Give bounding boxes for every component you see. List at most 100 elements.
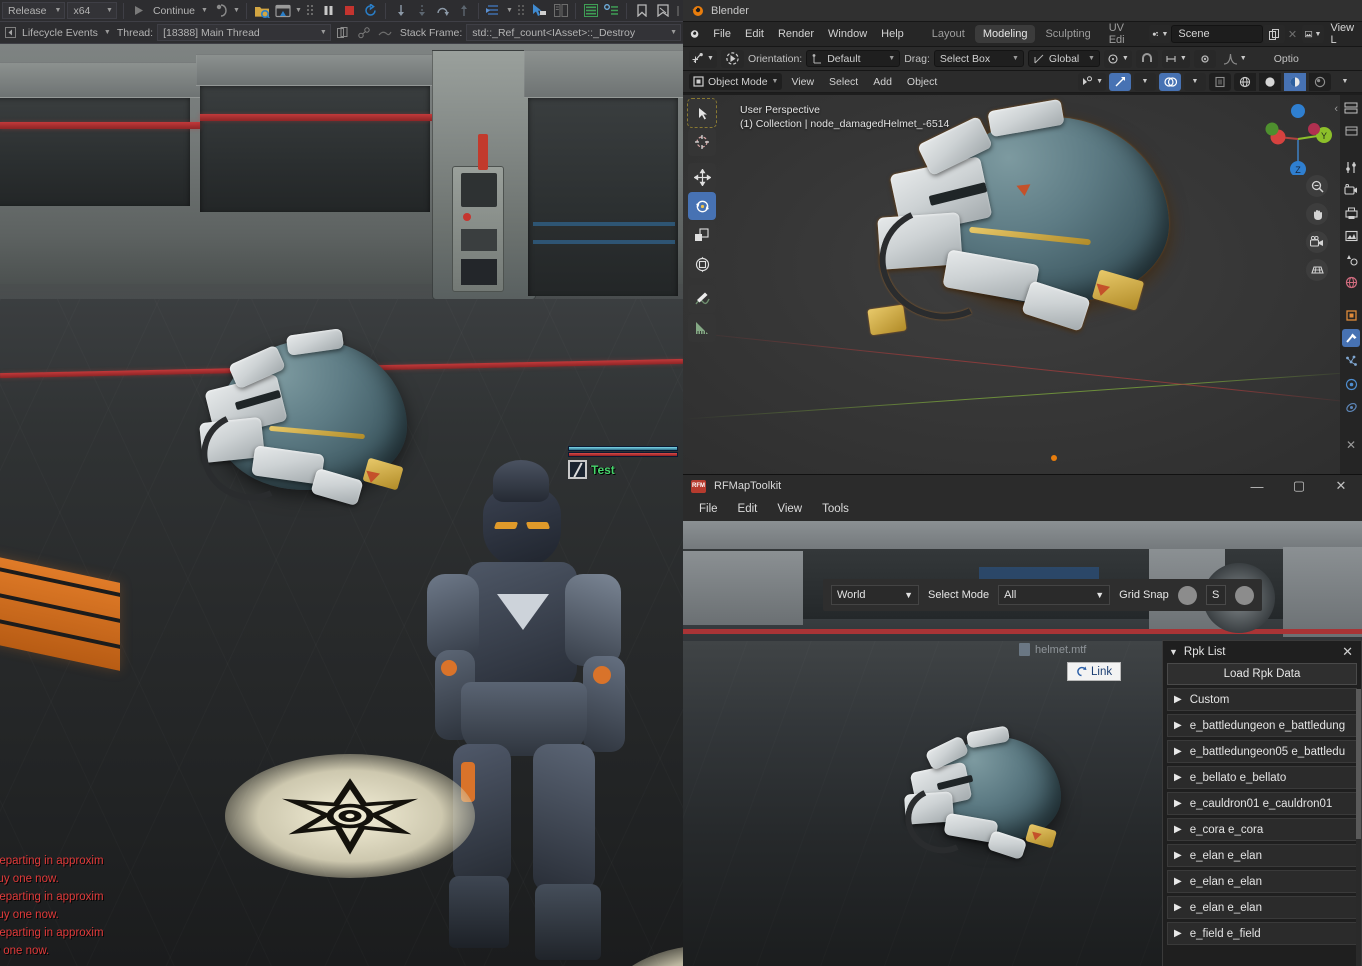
expand-triangle-icon[interactable]: ▶: [1174, 928, 1182, 939]
menu-window[interactable]: Window: [821, 25, 874, 43]
rotate-icon[interactable]: [688, 192, 716, 220]
sidebar-expand-icon[interactable]: ‹: [1334, 103, 1338, 115]
thread-combo[interactable]: [18388] Main Thread ▼: [157, 24, 331, 41]
expand-triangle-icon[interactable]: ▶: [1174, 798, 1182, 809]
options-dropdown[interactable]: Optio: [1274, 53, 1299, 65]
interaction-mode-dropdown[interactable]: Object Mode ▼: [689, 73, 783, 90]
shading-material-preview-icon[interactable]: [1284, 72, 1306, 91]
rpk-list-item[interactable]: ▶ e_cauldron01 e_cauldron01: [1167, 792, 1357, 815]
rfm-menu-tools[interactable]: Tools: [812, 500, 859, 518]
xray-toggle-icon[interactable]: [1209, 72, 1231, 91]
tweak-select-box-icon[interactable]: [687, 98, 717, 128]
expand-triangle-icon[interactable]: ▶: [1174, 902, 1182, 913]
attach-to-process-icon[interactable]: [251, 1, 272, 20]
helmet-3d-model[interactable]: [864, 98, 1183, 407]
snap-size-knob[interactable]: [1234, 585, 1254, 605]
rpk-list-item[interactable]: ▶ e_elan e_elan: [1167, 844, 1357, 867]
space-mode-select[interactable]: World ▼: [831, 585, 919, 605]
show-gizmo-icon[interactable]: [1109, 72, 1131, 91]
debug-target-icon[interactable]: [272, 1, 293, 20]
list-view-icon[interactable]: [580, 1, 601, 20]
select-mode-icon[interactable]: [720, 49, 744, 68]
toolbar-more-icon[interactable]: [673, 1, 683, 20]
toolbar-overflow-icon[interactable]: [304, 1, 318, 20]
stop-icon[interactable]: [339, 1, 360, 20]
shading-solid-icon[interactable]: [1259, 72, 1281, 91]
rpk-list-item[interactable]: ▶ e_elan e_elan: [1167, 896, 1357, 919]
workspace-tab-layout[interactable]: Layout: [924, 25, 973, 43]
scene-browse-icon[interactable]: ▼: [1149, 25, 1172, 43]
toolbar-overflow-icon[interactable]: [515, 1, 529, 20]
workspace-tab-uv-editing[interactable]: UV Edi: [1101, 19, 1143, 49]
close-icon[interactable]: ✕: [1320, 475, 1362, 497]
scene-icon[interactable]: [1342, 250, 1360, 268]
collapse-triangle-icon[interactable]: ▼: [1169, 647, 1178, 657]
rpk-list-item[interactable]: ▶ e_battledungeon e_battledung: [1167, 714, 1357, 737]
scene-name-field[interactable]: Scene: [1171, 25, 1264, 43]
viewport-menu-add[interactable]: Add: [867, 74, 898, 90]
menu-render[interactable]: Render: [771, 25, 821, 43]
transform-orientation-dropdown[interactable]: Global ▼: [1027, 50, 1100, 67]
rfm-menu-view[interactable]: View: [767, 500, 812, 518]
properties-filter-icon[interactable]: [1342, 122, 1360, 140]
annotate-icon[interactable]: [688, 285, 716, 313]
pan-hand-icon[interactable]: [1306, 203, 1328, 225]
visibility-selectability-icon[interactable]: ▼: [1078, 72, 1106, 91]
chevron-down-icon[interactable]: ▼: [102, 23, 113, 42]
link-button[interactable]: Link: [1067, 662, 1122, 681]
toggle-ortho-icon[interactable]: [1306, 259, 1328, 281]
viewport-menu-view[interactable]: View: [785, 74, 820, 90]
new-scene-icon[interactable]: [1263, 25, 1286, 43]
workspace-tab-sculpting[interactable]: Sculpting: [1037, 25, 1098, 43]
step-into-icon[interactable]: [390, 1, 411, 20]
falloff-curve-icon[interactable]: ▼: [1220, 50, 1250, 68]
object-icon[interactable]: [1342, 306, 1360, 324]
shading-options-dropdown-icon[interactable]: ▼: [1334, 73, 1356, 91]
grid-snap-toggle[interactable]: [1177, 585, 1197, 605]
close-icon[interactable]: ✕: [1338, 644, 1357, 660]
show-overlays-icon[interactable]: [1159, 72, 1181, 91]
bookmark-all-icon[interactable]: [652, 1, 673, 20]
minimize-icon[interactable]: —: [1236, 475, 1278, 497]
scale-icon[interactable]: [688, 221, 716, 249]
damaged-helmet-asset[interactable]: [189, 328, 435, 564]
expand-triangle-icon[interactable]: ▶: [1174, 694, 1182, 705]
maximize-icon[interactable]: ▢: [1278, 475, 1320, 497]
particles-icon[interactable]: [1342, 352, 1360, 370]
pause-icon[interactable]: [318, 1, 339, 20]
pointer-tool-icon[interactable]: [529, 1, 550, 20]
debug-target-dropdown-icon[interactable]: ▼: [293, 1, 304, 20]
world-icon[interactable]: [1342, 273, 1360, 291]
snap-magnet-icon[interactable]: [1135, 49, 1158, 68]
step-into-dim-icon[interactable]: [411, 1, 432, 20]
render-icon[interactable]: [1342, 181, 1360, 199]
rpk-list-item[interactable]: ▶ e_cora e_cora: [1167, 818, 1357, 841]
camera-view-icon[interactable]: [1306, 231, 1328, 253]
breakpoint-icon[interactable]: [375, 23, 396, 42]
rpk-list-item[interactable]: ▶ e_battledungeon05 e_battledu: [1167, 740, 1357, 763]
compare-icon[interactable]: [550, 1, 571, 20]
shading-rendered-icon[interactable]: [1309, 72, 1331, 91]
drag-dropdown[interactable]: Select Box ▼: [933, 50, 1024, 67]
zoom-icon[interactable]: [1306, 175, 1328, 197]
step-over-icon[interactable]: [432, 1, 453, 20]
active-tool-icon[interactable]: ▼: [689, 49, 717, 68]
rfm-3d-viewport[interactable]: World ▼ Select Mode All ▼ Grid Snap S he…: [683, 521, 1362, 966]
shading-wireframe-icon[interactable]: [1234, 72, 1256, 91]
events-back-icon[interactable]: [2, 23, 18, 42]
restart-icon[interactable]: [360, 1, 381, 20]
pivot-point-icon[interactable]: ▼: [1103, 49, 1132, 68]
expand-triangle-icon[interactable]: ▶: [1174, 772, 1182, 783]
measure-icon[interactable]: [688, 314, 716, 342]
build-configuration-combo[interactable]: Release ▼: [2, 2, 66, 19]
cursor-icon[interactable]: [688, 128, 716, 156]
snap-key-badge[interactable]: S: [1205, 585, 1226, 605]
rpk-list-scrollbar[interactable]: [1356, 689, 1361, 966]
hot-reload-dropdown-icon[interactable]: ▼: [231, 1, 242, 20]
select-mode-select[interactable]: All ▼: [998, 585, 1111, 605]
viewport-menu-select[interactable]: Select: [823, 74, 864, 90]
expand-triangle-icon[interactable]: ▶: [1174, 746, 1182, 757]
move-icon[interactable]: [688, 163, 716, 191]
navigation-gizmo[interactable]: Y Z: [1262, 103, 1334, 177]
editor-type-icon[interactable]: [1342, 99, 1360, 117]
